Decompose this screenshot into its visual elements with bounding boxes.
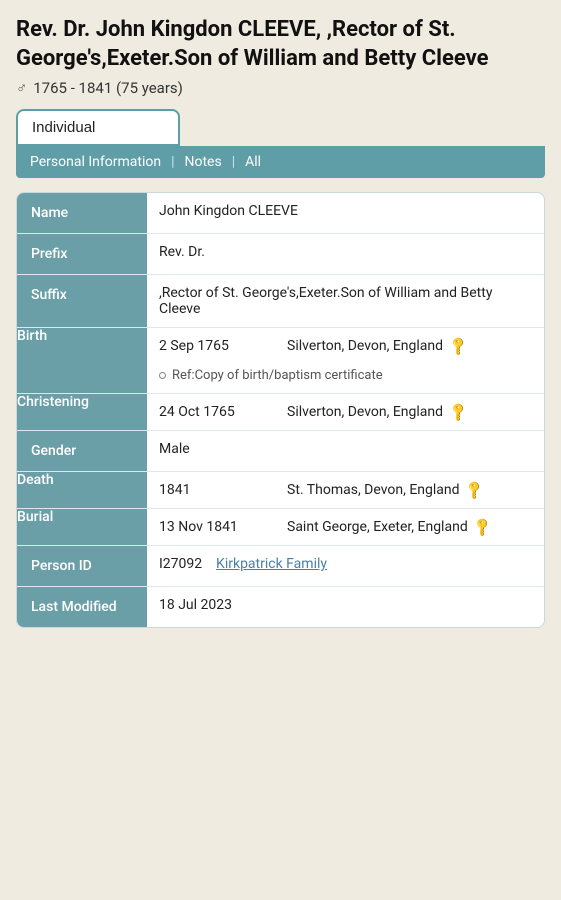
tab-notes[interactable]: Notes [181, 152, 226, 172]
row-suffix: Suffix ,Rector of St. George's,Exeter.So… [17, 275, 544, 328]
burial-date: 13 Nov 1841 [147, 509, 287, 545]
value-prefix: Rev. Dr. [147, 234, 544, 275]
kirkpatrick-family-link[interactable]: Kirkpatrick Family [216, 556, 327, 572]
row-last-modified: Last Modified 18 Jul 2023 [17, 587, 544, 628]
tab-personal-information[interactable]: Personal Information [26, 152, 165, 172]
christening-place: Silverton, Devon, England 🔑 [287, 394, 475, 430]
row-christening: Christening 24 Oct 1765 Silverton, Devon… [17, 394, 544, 431]
page-header: Rev. Dr. John Kingdon CLEEVE, ,Rector of… [16, 16, 545, 97]
value-gender: Male [147, 431, 544, 472]
label-gender: Gender [17, 431, 147, 472]
christening-inner: 24 Oct 1765 Silverton, Devon, England 🔑 [147, 394, 544, 430]
label-christening: Christening [17, 394, 147, 431]
ref-dot-icon [159, 372, 166, 379]
value-person-id: I27092 Kirkpatrick Family [147, 546, 544, 587]
row-birth: Birth 2 Sep 1765 Silverton, Devon, Engla… [17, 328, 544, 394]
birth-inner: 2 Sep 1765 Silverton, Devon, England 🔑 R… [147, 328, 544, 393]
death-inner: 1841 St. Thomas, Devon, England 🔑 [147, 472, 544, 508]
birth-date: 2 Sep 1765 [147, 328, 287, 364]
tab-bar: Personal Information | Notes | All [16, 146, 545, 178]
death-source-icon[interactable]: 🔑 [464, 480, 486, 502]
label-name: Name [17, 193, 147, 234]
burial-inner: 13 Nov 1841 Saint George, Exeter, Englan… [147, 509, 544, 545]
nav-wrapper: Individual Family Sources Media Personal… [16, 109, 545, 178]
label-last-modified: Last Modified [17, 587, 147, 628]
row-prefix: Prefix Rev. Dr. [17, 234, 544, 275]
birth-place: Silverton, Devon, England 🔑 [287, 328, 475, 364]
row-burial: Burial 13 Nov 1841 Saint George, Exeter,… [17, 509, 544, 546]
view-dropdown[interactable]: Individual Family Sources Media [18, 111, 178, 144]
value-name: John Kingdon CLEEVE [147, 193, 544, 234]
label-birth: Birth [17, 328, 147, 394]
row-gender: Gender Male [17, 431, 544, 472]
birth-ref: Ref:Copy of birth/baptism certificate [147, 364, 544, 393]
tab-separator-1: | [171, 154, 174, 170]
info-table: Name John Kingdon CLEEVE Prefix Rev. Dr.… [17, 193, 544, 627]
value-suffix: ,Rector of St. George's,Exeter.Son of Wi… [147, 275, 544, 328]
person-title: Rev. Dr. John Kingdon CLEEVE, ,Rector of… [16, 16, 545, 73]
tab-separator-2: | [232, 154, 235, 170]
birth-source-icon[interactable]: 🔑 [448, 336, 470, 358]
gender-icon: ♂ [16, 79, 27, 97]
label-suffix: Suffix [17, 275, 147, 328]
dropdown-wrapper: Individual Family Sources Media [16, 109, 180, 146]
info-card: Name John Kingdon CLEEVE Prefix Rev. Dr.… [16, 192, 545, 628]
death-place: St. Thomas, Devon, England 🔑 [287, 472, 491, 508]
label-death: Death [17, 472, 147, 509]
burial-source-icon[interactable]: 🔑 [472, 517, 494, 539]
person-id-value: I27092 [159, 556, 202, 572]
person-dates: ♂ 1765 - 1841 (75 years) [16, 79, 545, 97]
christening-date: 24 Oct 1765 [147, 394, 287, 430]
row-name: Name John Kingdon CLEEVE [17, 193, 544, 234]
christening-source-icon[interactable]: 🔑 [448, 402, 470, 424]
row-person-id: Person ID I27092 Kirkpatrick Family [17, 546, 544, 587]
label-prefix: Prefix [17, 234, 147, 275]
dates-text: 1765 - 1841 (75 years) [33, 79, 183, 97]
row-death: Death 1841 St. Thomas, Devon, England 🔑 [17, 472, 544, 509]
value-last-modified: 18 Jul 2023 [147, 587, 544, 628]
birth-main: 2 Sep 1765 Silverton, Devon, England 🔑 [147, 328, 544, 364]
burial-place: Saint George, Exeter, England 🔑 [287, 509, 499, 545]
tab-all[interactable]: All [241, 152, 265, 172]
birth-ref-text: Ref:Copy of birth/baptism certificate [172, 368, 383, 383]
label-burial: Burial [17, 509, 147, 546]
label-person-id: Person ID [17, 546, 147, 587]
death-date: 1841 [147, 472, 287, 508]
